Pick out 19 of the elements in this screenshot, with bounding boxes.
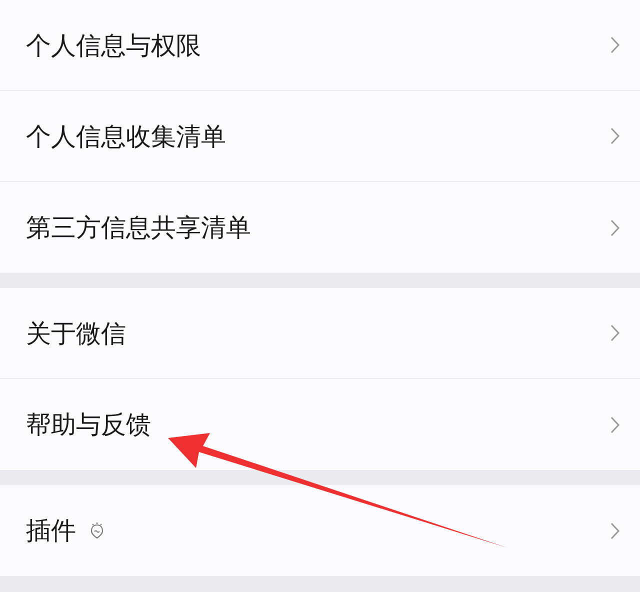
settings-row[interactable]: 个人信息收集清单 — [0, 91, 640, 182]
row-label: 关于微信 — [26, 318, 126, 350]
settings-row[interactable]: 帮助与反馈 — [0, 379, 640, 470]
chevron-icon — [610, 36, 620, 54]
chevron-icon — [610, 416, 620, 434]
chevron-icon — [610, 127, 620, 145]
settings-row[interactable]: 关于微信 — [0, 288, 640, 379]
plugin-icon — [90, 522, 104, 540]
chevron-icon — [610, 324, 620, 342]
row-label: 插件 — [26, 515, 76, 547]
row-label: 帮助与反馈 — [26, 409, 151, 441]
row-label: 第三方信息共享清单 — [26, 212, 251, 244]
chevron-icon — [610, 522, 620, 540]
row-label: 个人信息与权限 — [26, 30, 201, 62]
row-label: 个人信息收集清单 — [26, 120, 226, 152]
chevron-icon — [610, 218, 620, 236]
settings-row[interactable]: 第三方信息共享清单 — [0, 182, 640, 273]
settings-row[interactable]: 个人信息与权限 — [0, 0, 640, 91]
settings-row[interactable]: 插件 — [0, 485, 640, 576]
